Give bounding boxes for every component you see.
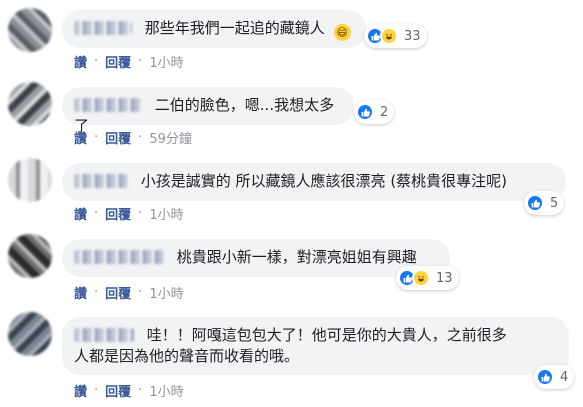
reply-link[interactable]: 回覆: [105, 204, 131, 223]
comment-text: 桃貴跟小新一樣，對漂亮姐姐有興趣: [176, 248, 417, 266]
reaction-count: 13: [436, 270, 453, 286]
commenter-name[interactable]: [74, 98, 142, 112]
separator: ·: [94, 130, 99, 145]
like-link[interactable]: 讚: [74, 204, 87, 223]
reaction-summary[interactable]: 5: [524, 191, 565, 215]
like-link[interactable]: 讚: [74, 128, 87, 147]
reaction-summary[interactable]: 33: [364, 24, 427, 48]
reply-link[interactable]: 回覆: [105, 381, 131, 400]
reply-link[interactable]: 回覆: [105, 128, 131, 147]
comment-bubble: 桃貴跟小新一樣，對漂亮姐姐有興趣: [62, 239, 450, 277]
comment-actions: 讚 · 回覆 · 59分鐘: [74, 128, 192, 147]
comment-actions: 讚 · 回覆 · 1小時: [74, 204, 184, 223]
like-icon: [356, 103, 374, 121]
separator: ·: [94, 206, 99, 221]
commenter-name[interactable]: [74, 21, 132, 35]
separator: ·: [94, 383, 99, 398]
comment-text-line2: 人都是因為他的聲音而收看的哦。: [74, 347, 300, 365]
commenter-name[interactable]: [74, 328, 134, 342]
timestamp[interactable]: 1小時: [149, 52, 183, 71]
like-icon: [526, 194, 544, 212]
reply-link[interactable]: 回覆: [105, 283, 131, 302]
separator: ·: [138, 285, 143, 300]
timestamp[interactable]: 59分鐘: [149, 128, 192, 147]
separator: ·: [94, 285, 99, 300]
reaction-count: 33: [404, 28, 421, 44]
smile-emoji-icon: 😄: [333, 24, 351, 41]
reaction-summary[interactable]: 4: [534, 365, 575, 389]
commenter-name[interactable]: [74, 174, 128, 188]
avatar[interactable]: [8, 158, 52, 202]
haha-icon: [412, 269, 430, 287]
like-link[interactable]: 讚: [74, 283, 87, 302]
comment-actions: 讚 · 回覆 · 1小時: [74, 283, 184, 302]
comment-text-line1: 哇！！阿嘎這包包大了！他可是你的大貴人，之前很多: [146, 326, 507, 344]
reply-link[interactable]: 回覆: [105, 52, 131, 71]
separator: ·: [138, 54, 143, 69]
reaction-count: 2: [380, 104, 389, 120]
avatar[interactable]: [8, 82, 52, 126]
avatar[interactable]: [8, 234, 52, 278]
commenter-name[interactable]: [74, 250, 164, 264]
comment-text: 小孩是誠實的 所以藏鏡人應該很漂亮 (蔡桃貴很專注呢): [140, 172, 508, 190]
reaction-count: 4: [560, 369, 569, 385]
separator: ·: [138, 383, 143, 398]
comment-bubble: 小孩是誠實的 所以藏鏡人應該很漂亮 (蔡桃貴很專注呢): [62, 163, 566, 201]
avatar[interactable]: [8, 8, 52, 52]
timestamp[interactable]: 1小時: [149, 204, 183, 223]
separator: ·: [138, 130, 143, 145]
separator: ·: [138, 206, 143, 221]
like-link[interactable]: 讚: [74, 52, 87, 71]
reaction-summary[interactable]: 13: [396, 266, 459, 290]
comment-actions: 讚 · 回覆 · 1小時: [74, 52, 184, 71]
separator: ·: [94, 54, 99, 69]
timestamp[interactable]: 1小時: [149, 381, 183, 400]
comment-bubble: 二伯的臉色，嗯...我想太多了: [62, 87, 354, 135]
comment-bubble: 哇！！阿嘎這包包大了！他可是你的大貴人，之前很多 人都是因為他的聲音而收看的哦。: [62, 317, 569, 375]
comment-bubble: 那些年我們一起追的藏鏡人 😄: [62, 10, 366, 48]
comment-text: 那些年我們一起追的藏鏡人: [144, 19, 325, 37]
timestamp[interactable]: 1小時: [149, 283, 183, 302]
like-link[interactable]: 讚: [74, 381, 87, 400]
avatar[interactable]: [8, 312, 52, 356]
comment-actions: 讚 · 回覆 · 1小時: [74, 381, 184, 400]
like-icon: [536, 368, 554, 386]
reaction-summary[interactable]: 2: [354, 100, 395, 124]
haha-icon: [380, 27, 398, 45]
reaction-count: 5: [550, 195, 559, 211]
